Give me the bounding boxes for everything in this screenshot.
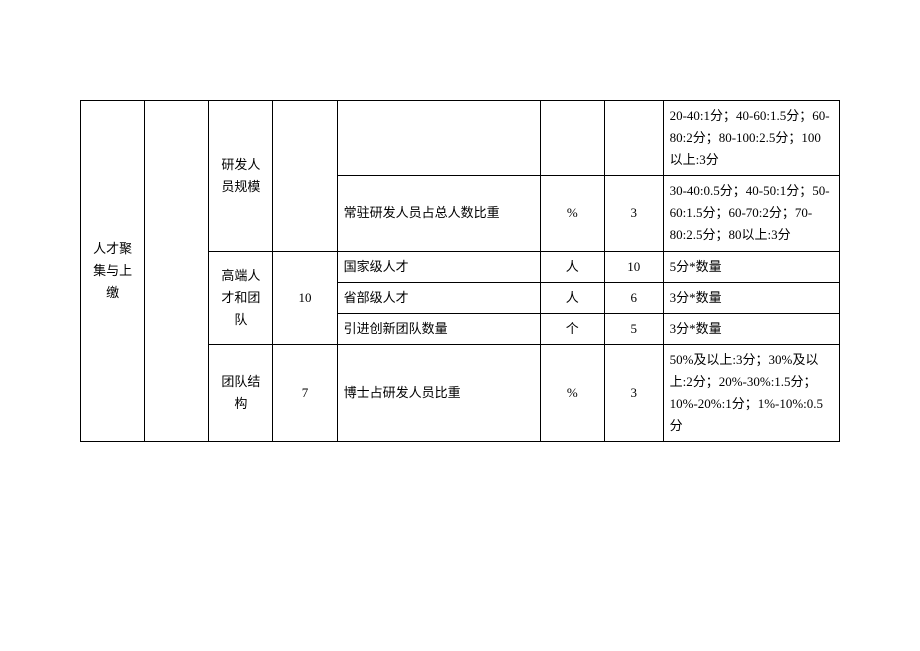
score-cell: 10	[604, 251, 663, 282]
desc-cell: 50%及以上:3分；30%及以上:2分；20%-30%:1.5分；10%-20%…	[663, 344, 839, 441]
desc-cell: 3分*数量	[663, 282, 839, 313]
subscore-cell: 10	[273, 251, 337, 344]
metric-cell: 引进创新团队数量	[337, 313, 540, 344]
subscore-cell	[273, 101, 337, 252]
score-cell: 6	[604, 282, 663, 313]
metric-cell: 常驻研发人员占总人数比重	[337, 176, 540, 251]
desc-cell: 3分*数量	[663, 313, 839, 344]
metric-cell: 博士占研发人员比重	[337, 344, 540, 441]
empty-cell	[145, 101, 209, 442]
desc-cell: 5分*数量	[663, 251, 839, 282]
metric-cell: 省部级人才	[337, 282, 540, 313]
score-cell: 5	[604, 313, 663, 344]
score-cell	[604, 101, 663, 176]
score-cell: 3	[604, 344, 663, 441]
desc-cell: 30-40:0.5分；40-50:1分；50-60:1.5分；60-70:2分；…	[663, 176, 839, 251]
desc-cell: 20-40:1分；40-60:1.5分；60-80:2分；80-100:2.5分…	[663, 101, 839, 176]
subcategory-cell: 团队结构	[209, 344, 273, 441]
category-cell: 人才聚集与上缴	[81, 101, 145, 442]
unit-cell	[540, 101, 604, 176]
unit-cell: %	[540, 176, 604, 251]
subscore-cell: 7	[273, 344, 337, 441]
table-row: 人才聚集与上缴 研发人员规模 20-40:1分；40-60:1.5分；60-80…	[81, 101, 840, 176]
unit-cell: 个	[540, 313, 604, 344]
unit-cell: 人	[540, 282, 604, 313]
unit-cell: %	[540, 344, 604, 441]
metric-cell	[337, 101, 540, 176]
unit-cell: 人	[540, 251, 604, 282]
score-table: 人才聚集与上缴 研发人员规模 20-40:1分；40-60:1.5分；60-80…	[80, 100, 840, 442]
metric-cell: 国家级人才	[337, 251, 540, 282]
score-cell: 3	[604, 176, 663, 251]
subcategory-cell: 高端人才和团队	[209, 251, 273, 344]
subcategory-cell: 研发人员规模	[209, 101, 273, 252]
